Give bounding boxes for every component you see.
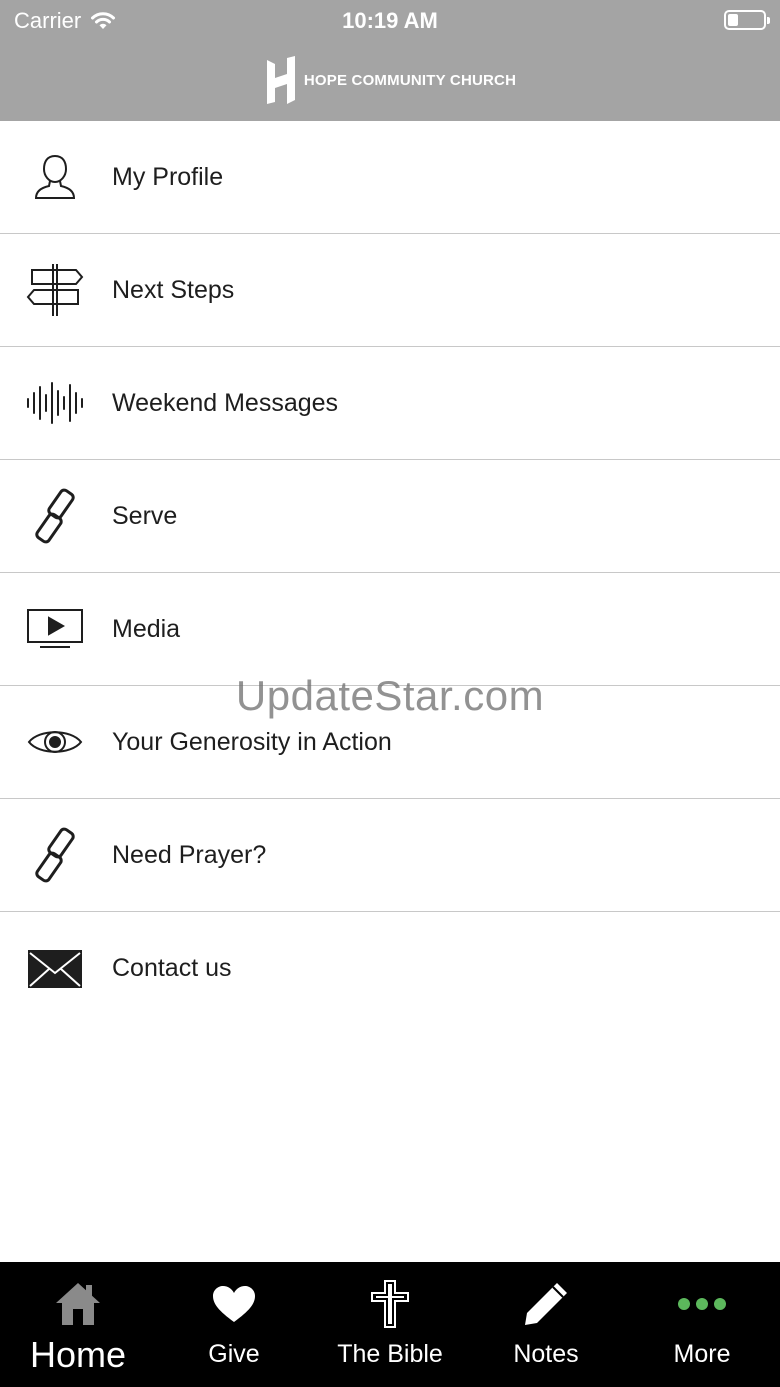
tab-notes[interactable]: Notes xyxy=(468,1262,624,1387)
menu-item-my-profile[interactable]: My Profile xyxy=(0,121,780,234)
tab-the-bible[interactable]: The Bible xyxy=(312,1262,468,1387)
menu-item-next-steps[interactable]: Next Steps xyxy=(0,234,780,347)
link-icon xyxy=(26,826,84,884)
tab-home[interactable]: Home xyxy=(0,1262,156,1387)
status-time: 10:19 AM xyxy=(342,8,438,33)
menu-item-label: My Profile xyxy=(112,162,224,191)
menu-item-contact-us[interactable]: Contact us xyxy=(0,912,780,1025)
menu-item-label: Contact us xyxy=(112,954,232,982)
logo-mark-icon xyxy=(266,56,295,104)
play-screen-icon xyxy=(26,600,84,658)
menu-item-label: Weekend Messages xyxy=(112,388,339,417)
tab-label: Give xyxy=(208,1340,260,1368)
user-icon xyxy=(26,148,84,206)
audio-wave-icon xyxy=(26,374,84,432)
menu-item-label: Media xyxy=(112,614,181,643)
menu-item-label: Next Steps xyxy=(112,275,235,304)
tab-give[interactable]: Give xyxy=(156,1262,312,1387)
app-header: Carrier 10:19 AM HOPE COMMUNITY CHURCH xyxy=(0,0,780,121)
menu-item-need-prayer[interactable]: Need Prayer? xyxy=(0,799,780,912)
menu-item-your-generosity-in-action[interactable]: Your Generosity in Action xyxy=(0,686,780,799)
tab-more[interactable]: More xyxy=(624,1262,780,1387)
envelope-icon xyxy=(26,940,84,998)
tab-label: The Bible xyxy=(337,1340,443,1368)
tab-label: Home xyxy=(29,1334,127,1375)
cross-icon xyxy=(312,1278,468,1330)
tab-bar: Home Give The Bible Notes More xyxy=(0,1262,780,1387)
tab-label: More xyxy=(673,1340,731,1368)
eye-icon xyxy=(26,713,84,771)
pencil-icon xyxy=(468,1278,624,1330)
battery-icon xyxy=(724,10,770,30)
menu-item-weekend-messages[interactable]: Weekend Messages xyxy=(0,347,780,460)
menu-item-media[interactable]: Media xyxy=(0,573,780,686)
menu-item-label: Serve xyxy=(112,501,178,530)
menu-item-label: Your Generosity in Action xyxy=(112,727,392,756)
menu-item-label: Need Prayer? xyxy=(112,840,267,869)
heart-icon xyxy=(156,1278,312,1330)
more-dots-icon xyxy=(624,1278,780,1330)
signpost-icon xyxy=(26,261,84,319)
church-logo: HOPE COMMUNITY CHURCH xyxy=(0,55,780,105)
home-icon xyxy=(0,1278,156,1330)
brand-name: HOPE COMMUNITY CHURCH xyxy=(303,71,517,89)
link-icon xyxy=(26,487,84,545)
tab-label: Notes xyxy=(513,1340,579,1368)
status-bar: Carrier 10:19 AM xyxy=(0,0,780,44)
main-menu: My Profile Next Steps Weekend Messages S… xyxy=(0,121,780,1025)
menu-item-serve[interactable]: Serve xyxy=(0,460,780,573)
